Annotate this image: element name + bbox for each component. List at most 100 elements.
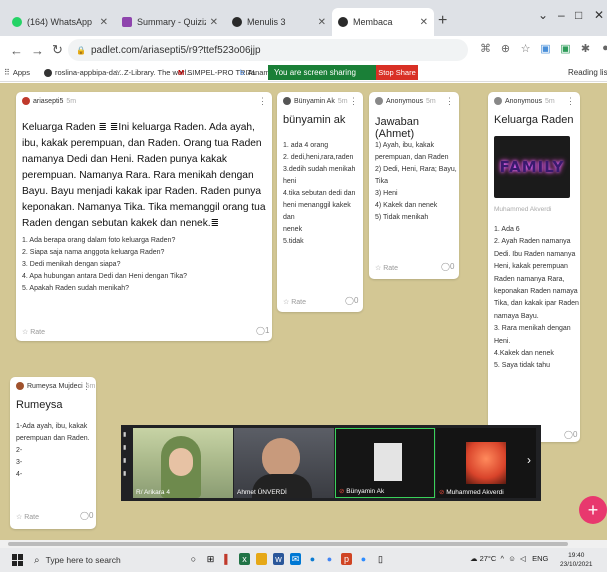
powerpoint-icon[interactable]: p: [341, 553, 352, 565]
taskbar-apps: ○ ⊞ ▌ x w ✉ ● ● p ● ▯: [188, 553, 386, 565]
scrollbar-thumb[interactable]: [8, 542, 568, 546]
bookmark-icon: [44, 68, 52, 77]
avatar[interactable]: ●: [600, 42, 607, 55]
comment-count[interactable]: ◯1: [256, 326, 269, 335]
language-indicator[interactable]: ENG: [532, 554, 548, 563]
cortana-icon[interactable]: ○: [188, 553, 199, 565]
post-menu-icon[interactable]: ⋮: [82, 381, 91, 392]
video-controls: ▮ ▮ ▮ ▮: [123, 431, 131, 477]
notepad-icon[interactable]: ▯: [375, 553, 386, 565]
taskbar-search[interactable]: ⌕ Type here to search: [34, 552, 174, 568]
bookmark-roslina[interactable]: roslina-appbipa-da...: [44, 68, 123, 77]
post-card-ahmet[interactable]: Anonymous 5m ⋮ Jawaban (Ahmet) 1) Ayah, …: [369, 92, 459, 279]
video-strip: ▮ ▮ ▮ ▮ R/ Arikara 4 Ahmet ÜNVERDİ ⊘ Bün…: [121, 425, 541, 501]
post-author: Anonymous 5m: [494, 97, 555, 105]
chevron-right-icon[interactable]: ›: [527, 453, 531, 467]
add-post-button[interactable]: +: [579, 496, 607, 524]
post-card-bunyamin[interactable]: Bünyamin Ak 5m ⋮ bünyamin ak 1. ada 4 or…: [277, 92, 363, 312]
bookmark-apps[interactable]: ⠿ Apps: [4, 68, 30, 77]
post-menu-icon[interactable]: ⋮: [566, 96, 575, 107]
video-tile[interactable]: Ahmet ÜNVERDİ: [234, 428, 334, 498]
post-body: 1-Ada ayah, ibu, kakak perempuan dan Rad…: [16, 423, 90, 478]
avatar: [494, 97, 502, 105]
folder-icon[interactable]: [256, 553, 267, 565]
task-view-icon[interactable]: ⊞: [205, 553, 216, 565]
grid-icon[interactable]: ▮: [123, 457, 131, 464]
edge-icon[interactable]: ●: [307, 553, 318, 565]
comment-count[interactable]: ◯0: [345, 296, 358, 305]
zoom-app-icon[interactable]: ●: [358, 553, 369, 565]
post-author: Anonymous 5m: [375, 97, 436, 105]
post-card-main[interactable]: ariasepti5 5m ⋮ Keluarga Raden ≣ ≣Ini ke…: [16, 92, 272, 341]
translate-icon[interactable]: ⌘: [480, 42, 491, 55]
lock-icon: 🔒: [76, 45, 86, 55]
avatar: [22, 97, 30, 105]
rate-button[interactable]: ☆ Rate: [375, 264, 398, 272]
close-tab-icon[interactable]: ✕: [318, 17, 326, 28]
back-arrow-icon[interactable]: ←: [10, 43, 23, 58]
new-tab-button[interactable]: +: [438, 12, 447, 30]
word-icon[interactable]: w: [273, 553, 284, 565]
reading-list-button[interactable]: Reading lis: [568, 68, 607, 77]
bookmark-tanami[interactable]: b Tanami: [240, 68, 271, 77]
zoom-icon[interactable]: ⊕: [500, 42, 511, 55]
address-bar[interactable]: 🔒 padlet.com/ariasepti5/r9?ttef523o06jjp: [68, 39, 468, 61]
post-author: ariasepti5 5m: [22, 97, 76, 105]
stop-share-button[interactable]: Stop Share: [376, 65, 418, 80]
comment-count[interactable]: ◯0: [441, 262, 454, 271]
horizontal-scrollbar[interactable]: [0, 540, 607, 548]
close-window-button[interactable]: ✕: [594, 8, 604, 22]
bookmarks-bar: ⠿ Apps roslina-appbipa-da... Y Z-Library…: [0, 64, 607, 82]
question-list: 1. Ada berapa orang dalam foto keluarga …: [22, 235, 272, 295]
post-menu-icon[interactable]: ⋮: [258, 96, 267, 107]
padlet-icon: [232, 17, 242, 27]
video-tile-active[interactable]: ⊘ Bünyamin Ak: [335, 428, 435, 498]
muted-mic-icon: ⊘: [339, 488, 345, 495]
video-tile[interactable]: R/ Arikara 4: [133, 428, 233, 498]
post-card-family[interactable]: Anonymous 5m ⋮ Keluarga Raden FAMILY Muh…: [488, 92, 580, 442]
mic-icon[interactable]: ▮: [123, 431, 131, 438]
quizizz-icon: [122, 17, 132, 27]
apps-grid-icon: ⠿: [4, 68, 10, 77]
rate-button[interactable]: ☆ Rate: [283, 298, 306, 306]
reload-icon[interactable]: ↻: [52, 42, 63, 58]
post-author: Bünyamin Ak 5m: [283, 97, 348, 105]
post-menu-icon[interactable]: ⋮: [349, 96, 358, 107]
rate-button[interactable]: ☆ Rate: [16, 513, 39, 521]
rate-button[interactable]: ☆ Rate: [22, 328, 45, 336]
tab-quizizz[interactable]: Summary - Quizizz ✕: [116, 8, 224, 36]
camera-icon[interactable]: ▮: [123, 444, 131, 451]
weather-temp[interactable]: 27°C: [480, 554, 497, 563]
tab-search-icon[interactable]: ⌄: [538, 8, 548, 22]
participant-face: [169, 448, 193, 476]
close-tab-icon[interactable]: ✕: [100, 17, 108, 28]
post-body: Keluarga Raden ≣ ≣Ini keluarga Raden. Ad…: [22, 122, 266, 229]
tab-whatsapp[interactable]: (164) WhatsApp ✕: [6, 8, 114, 36]
tab-menulis[interactable]: Menulis 3 ✕: [226, 8, 332, 36]
tab-membaca[interactable]: Membaca ✕: [332, 8, 434, 36]
family-image[interactable]: FAMILY: [494, 136, 570, 198]
star-icon[interactable]: ☆: [520, 42, 531, 55]
close-tab-icon[interactable]: ✕: [210, 17, 218, 28]
post-menu-icon[interactable]: ⋮: [445, 96, 454, 107]
video-tile[interactable]: ⊘ Muhammed Akverdi: [436, 428, 536, 498]
puzzle-icon[interactable]: ✱: [580, 42, 591, 55]
minimize-button[interactable]: –: [558, 8, 565, 22]
search-icon: ⌕: [34, 554, 40, 566]
extension-icon[interactable]: ▣: [540, 42, 551, 55]
windows-icon[interactable]: [12, 554, 24, 566]
mail-icon[interactable]: ✉: [290, 553, 301, 565]
excel-icon[interactable]: x: [239, 553, 250, 565]
comment-count[interactable]: ◯0: [564, 430, 577, 439]
extension-icon[interactable]: ▣: [560, 42, 571, 55]
more-icon[interactable]: ▮: [123, 470, 131, 477]
taskbar-clock[interactable]: 19:40 23/10/2021: [560, 551, 593, 569]
app-icon[interactable]: ▌: [222, 553, 233, 565]
list-item: 3. Dedi menikah dengan siapa?: [22, 261, 121, 268]
close-tab-icon[interactable]: ✕: [420, 17, 428, 28]
post-card-rumeysa[interactable]: Rumeysa Mujdeci 5m ⋮ Rumeysa 1-Ada ayah,…: [10, 377, 96, 529]
forward-arrow-icon[interactable]: →: [31, 43, 44, 58]
chrome-icon[interactable]: ●: [324, 553, 335, 565]
comment-count[interactable]: ◯0: [80, 511, 93, 520]
maximize-button[interactable]: □: [575, 8, 582, 22]
